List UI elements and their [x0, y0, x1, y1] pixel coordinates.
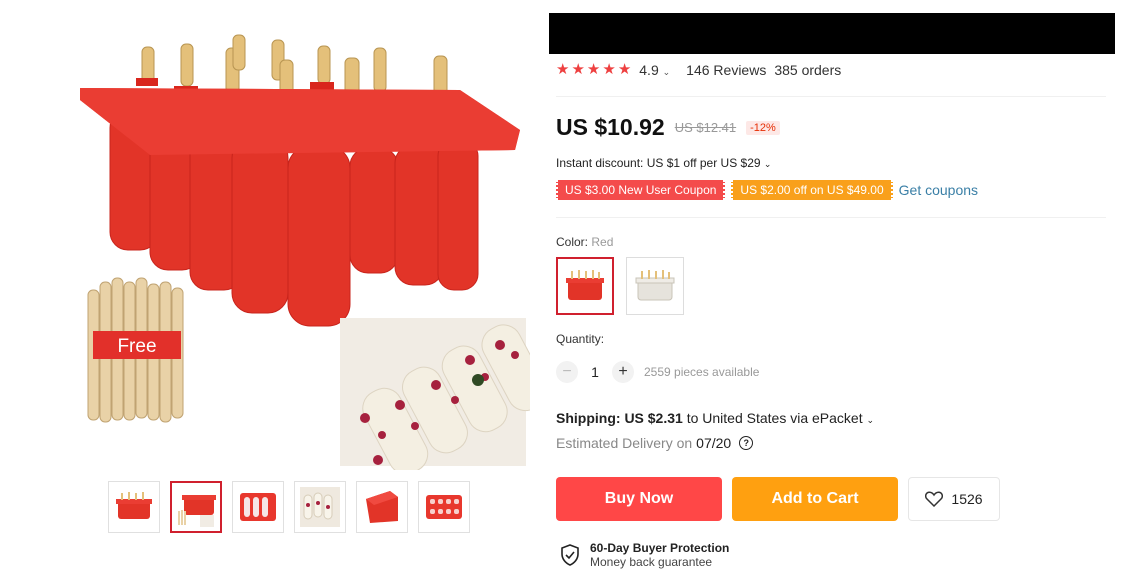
estimated-delivery: Estimated Delivery on 07/20 ? — [556, 435, 754, 451]
color-option-white[interactable] — [626, 257, 684, 315]
thumbnail-popsicles-in-mold-image — [240, 493, 276, 521]
rating-value: 4.9 — [639, 62, 659, 78]
chevron-down-icon: ⌄ — [763, 159, 772, 169]
thumbnail-strip — [108, 481, 470, 533]
white-mold-swatch-image — [635, 270, 675, 301]
protection-title: 60-Day Buyer Protection — [590, 541, 730, 555]
quantity-stepper: − 1 + 2559 pieces available — [556, 361, 759, 383]
thumbnail-4[interactable] — [294, 481, 346, 533]
get-coupons-link[interactable]: Get coupons — [899, 182, 978, 198]
original-price: US $12.41 — [674, 120, 737, 135]
shipping-label: Shipping: — [556, 410, 621, 426]
wishlist-button[interactable]: 1526 — [908, 477, 1000, 521]
decrease-quantity-button[interactable]: − — [556, 361, 578, 383]
color-swatches — [556, 257, 684, 315]
coupon-row: US $3.00 New User Coupon US $2.00 off on… — [556, 180, 978, 200]
reviews-link[interactable]: 146 Reviews — [686, 62, 766, 78]
quantity-value[interactable]: 1 — [578, 364, 612, 380]
shipping-destination: to United States via ePacket — [686, 410, 863, 426]
product-gallery: Free — [0, 0, 540, 578]
new-user-coupon[interactable]: US $3.00 New User Coupon — [556, 180, 726, 200]
current-price: US $10.92 — [556, 114, 665, 140]
instant-discount[interactable]: Instant discount: US $1 off per US $29 ⌄ — [556, 156, 771, 170]
discount-badge: -12% — [746, 120, 780, 135]
delivery-label: Estimated Delivery on — [556, 435, 693, 451]
wishlist-count: 1526 — [951, 491, 983, 507]
store-coupon[interactable]: US $2.00 off on US $49.00 — [731, 180, 893, 200]
increase-quantity-button[interactable]: + — [612, 361, 634, 383]
orders-count: 385 orders — [774, 62, 842, 78]
color-option-red[interactable] — [556, 257, 614, 315]
redacted-product-title — [549, 13, 1115, 54]
thumbnail-1[interactable] — [108, 481, 160, 533]
star-icon: ★ — [617, 61, 632, 78]
divider — [556, 217, 1106, 218]
rating-value-dropdown[interactable]: 4.9 ⌄ — [639, 62, 670, 78]
thumbnail-2[interactable] — [170, 481, 222, 533]
shipping-info[interactable]: Shipping: US $2.31 to United States via … — [556, 410, 874, 426]
shield-check-icon — [561, 544, 579, 566]
star-rating: ★ ★ ★ ★ ★ — [556, 62, 631, 78]
action-buttons: Buy Now Add to Cart 1526 — [556, 477, 1000, 521]
free-badge-text: Free — [117, 336, 156, 357]
red-mold-swatch-image — [566, 270, 604, 300]
rating-row: ★ ★ ★ ★ ★ 4.9 ⌄ 146 Reviews 385 orders — [556, 62, 842, 79]
buy-now-button[interactable]: Buy Now — [556, 477, 722, 521]
question-icon[interactable]: ? — [739, 436, 754, 450]
quantity-label: Quantity: — [556, 332, 605, 346]
pieces-available: 2559 pieces available — [644, 365, 760, 379]
star-icon: ★ — [602, 61, 616, 78]
star-icon: ★ — [571, 61, 585, 78]
chevron-down-icon: ⌄ — [866, 415, 875, 425]
free-sticks-bundle: Free — [87, 277, 184, 423]
thumbnail-5[interactable] — [356, 481, 408, 533]
thumbnail-3[interactable] — [232, 481, 284, 533]
chevron-down-icon: ⌄ — [662, 67, 671, 77]
thumbnail-mold-open-image — [366, 491, 398, 523]
thumbnail-mold-with-sticks-image — [178, 495, 216, 527]
popsicle-mold-main-image[interactable]: Free — [60, 20, 530, 470]
star-icon: ★ — [586, 61, 601, 78]
color-label: Color: Red — [556, 235, 613, 249]
thumbnail-red-mold-image — [116, 492, 152, 519]
price-row: US $10.92 US $12.41 -12% — [556, 114, 780, 141]
protection-subtitle: Money back guarantee — [590, 555, 713, 569]
popsicle-inset-photo — [340, 318, 530, 470]
star-icon: ★ — [556, 61, 570, 78]
add-to-cart-button[interactable]: Add to Cart — [732, 477, 898, 521]
delivery-date: 07/20 — [696, 435, 732, 451]
thumbnail-6[interactable] — [418, 481, 470, 533]
buyer-protection: 60-Day Buyer Protection Money back guara… — [560, 541, 729, 569]
selected-color-value: Red — [591, 235, 614, 249]
shipping-price: US $2.31 — [624, 410, 683, 426]
thumbnail-mold-top-image — [426, 495, 462, 519]
color-label-text: Color: — [556, 235, 589, 249]
heart-icon — [925, 491, 944, 507]
thumbnail-white-popsicles-image — [300, 487, 340, 527]
divider — [556, 96, 1106, 97]
instant-discount-text: Instant discount: US $1 off per US $29 — [556, 156, 761, 170]
